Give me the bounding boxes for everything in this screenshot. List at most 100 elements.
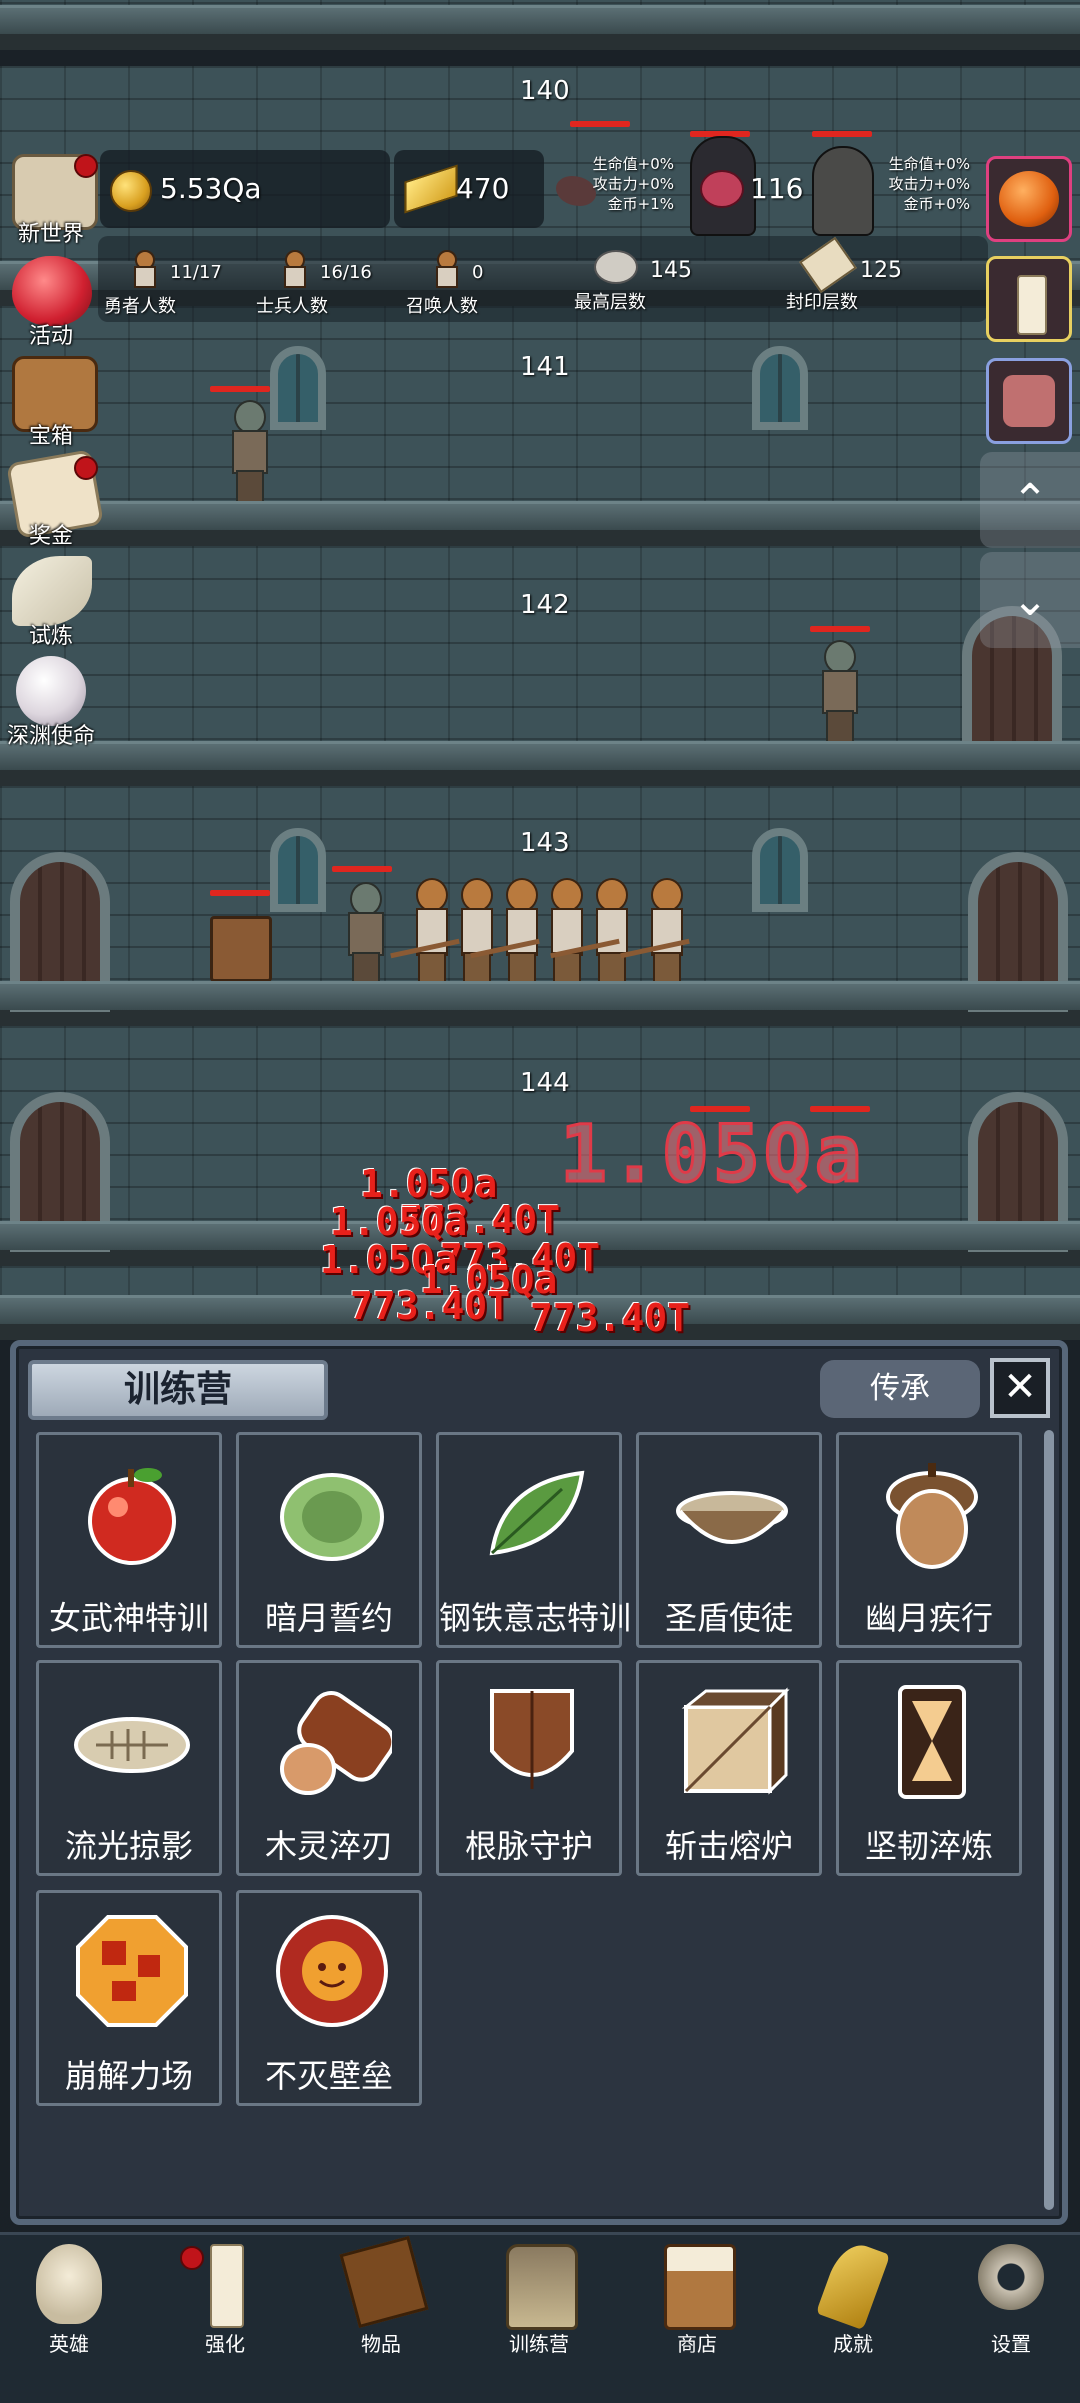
enemy-hp-bar xyxy=(210,386,270,392)
candle-button[interactable] xyxy=(986,256,1072,342)
pumpkin-icon xyxy=(999,171,1059,227)
damage-number: 773.40T xyxy=(350,1284,511,1328)
enemy-hp-bar xyxy=(810,626,870,632)
skull-icon xyxy=(36,2244,102,2324)
nav-enhance[interactable]: 强化 xyxy=(170,2240,280,2356)
hero-portrait-button[interactable] xyxy=(986,358,1072,444)
training-item[interactable]: 女武神特训 xyxy=(36,1432,222,1648)
training-item-name: 根脉守护 xyxy=(464,1827,593,1865)
pumpkin-button[interactable] xyxy=(986,156,1072,242)
training-item[interactable]: 坚韧淬炼 xyxy=(836,1660,1022,1876)
training-item-name: 斩击熔炉 xyxy=(664,1827,793,1865)
floor-142: 142 xyxy=(0,546,1080,786)
door xyxy=(10,1092,110,1252)
side-menu-label: 试炼 xyxy=(28,624,73,649)
side-menu-label: 宝箱 xyxy=(28,424,73,449)
block-icon xyxy=(681,1687,790,1795)
training-item-name: 流光掠影 xyxy=(64,1827,193,1865)
panel-title: 训练营 xyxy=(28,1360,328,1420)
hero-soldier xyxy=(410,878,450,990)
enemy-hp-bar xyxy=(570,121,630,127)
door xyxy=(968,852,1068,1012)
bonus-atk: 攻击力+0% xyxy=(592,175,674,193)
window xyxy=(752,346,808,430)
left-bonus-stats: 生命值+0% 攻击力+0% 金币+1% xyxy=(560,154,674,214)
sun-orb-icon xyxy=(276,1915,388,2027)
gold-amount: 5.53Qa xyxy=(160,172,262,205)
max-floor-icon xyxy=(594,250,638,284)
side-menu-new-world[interactable]: 新世界 xyxy=(4,150,98,247)
training-item[interactable]: 木灵淬刃 xyxy=(236,1660,422,1876)
zombie-enemy xyxy=(818,640,858,744)
gold-coin-icon xyxy=(110,170,152,212)
cabbage-icon xyxy=(280,1473,384,1561)
summon-count-icon xyxy=(432,250,458,288)
hero-count-label: 勇者人数 xyxy=(104,296,176,317)
nav-label: 强化 xyxy=(205,2332,245,2356)
nav-achievements[interactable]: 成就 xyxy=(798,2237,908,2356)
lava-orb-icon xyxy=(76,1915,188,2027)
side-menu-bonus[interactable]: 奖金 xyxy=(4,449,104,549)
training-item-name: 女武神特训 xyxy=(48,1599,209,1637)
training-item[interactable]: 幽月疾行 xyxy=(836,1432,1022,1648)
nav-training-camp[interactable]: 训练营 xyxy=(484,2240,594,2356)
damage-number: 773.40T xyxy=(530,1296,691,1340)
hero-soldier xyxy=(645,878,685,990)
side-menu-abyss-mission[interactable]: 深渊使命 xyxy=(4,652,98,749)
floor-141: 141 xyxy=(0,306,1080,546)
training-item-name: 幽月疾行 xyxy=(864,1599,993,1637)
scroll-down-button[interactable]: ⌄ xyxy=(980,552,1080,648)
hero-soldier xyxy=(545,878,585,990)
notification-badge xyxy=(74,456,98,480)
summon-count-label: 召唤人数 xyxy=(406,296,478,317)
door xyxy=(968,1092,1068,1252)
zombie-enemy xyxy=(228,400,268,504)
panel-scrollbar[interactable] xyxy=(1044,1430,1054,2210)
nav-heroes[interactable]: 英雄 xyxy=(14,2240,124,2356)
apple-icon xyxy=(88,1468,176,1565)
nav-label: 训练营 xyxy=(509,2332,569,2356)
training-item[interactable]: 暗月誓约 xyxy=(236,1432,422,1648)
nav-items[interactable]: 物品 xyxy=(326,2235,436,2356)
leaf-icon xyxy=(489,1470,585,1556)
training-item[interactable]: 崩解力场 xyxy=(36,1890,222,2106)
candle-icon xyxy=(1017,275,1047,335)
nav-shop[interactable]: 商店 xyxy=(642,2240,752,2356)
log-icon xyxy=(280,1691,392,1795)
nav-label: 成就 xyxy=(833,2332,873,2356)
soldier-count-label: 士兵人数 xyxy=(256,296,328,317)
sealed-floor-label: 封印层数 xyxy=(786,292,858,313)
side-menu-chest[interactable]: 宝箱 xyxy=(4,352,98,449)
scroll-up-button[interactable]: ⌃ xyxy=(980,452,1080,548)
training-item[interactable]: 不灭壁垒 xyxy=(236,1890,422,2106)
close-button[interactable]: ✕ xyxy=(990,1358,1050,1418)
key-icon xyxy=(815,2237,891,2331)
bonus-hp: 生命值+0% xyxy=(592,155,674,173)
ballista xyxy=(210,916,272,982)
window xyxy=(270,346,326,430)
hero-soldier xyxy=(590,878,630,990)
side-menu-label: 新世界 xyxy=(17,222,84,247)
training-item[interactable]: 流光掠影 xyxy=(36,1660,222,1876)
gear-icon xyxy=(978,2244,1044,2310)
training-item[interactable]: 斩击熔炉 xyxy=(636,1660,822,1876)
training-item[interactable]: 根脉守护 xyxy=(436,1660,622,1876)
side-menu-event[interactable]: 活动 xyxy=(4,252,98,349)
bonus-coin: 金币+0% xyxy=(903,195,970,213)
porridge-bowl-icon xyxy=(676,1491,788,1544)
lantern-icon xyxy=(506,2244,578,2330)
hero-soldier xyxy=(455,878,495,990)
hero-count-icon xyxy=(130,250,156,288)
training-item[interactable]: 圣盾使徒 xyxy=(636,1432,822,1648)
door xyxy=(10,852,110,1012)
nav-settings[interactable]: 设置 xyxy=(956,2240,1066,2356)
floor-partial-top xyxy=(0,0,1080,50)
floor-number: 144 xyxy=(520,1068,570,1098)
hero-count-value: 11/17 xyxy=(170,262,222,283)
summon-count-value: 0 xyxy=(472,262,484,283)
ballista-hp-bar xyxy=(210,890,270,896)
floor-number: 141 xyxy=(520,352,570,382)
side-menu-trial[interactable]: 试炼 xyxy=(4,552,98,649)
legacy-button[interactable]: 传承 xyxy=(820,1360,980,1418)
training-item[interactable]: 钢铁意志特训 xyxy=(436,1432,631,1648)
